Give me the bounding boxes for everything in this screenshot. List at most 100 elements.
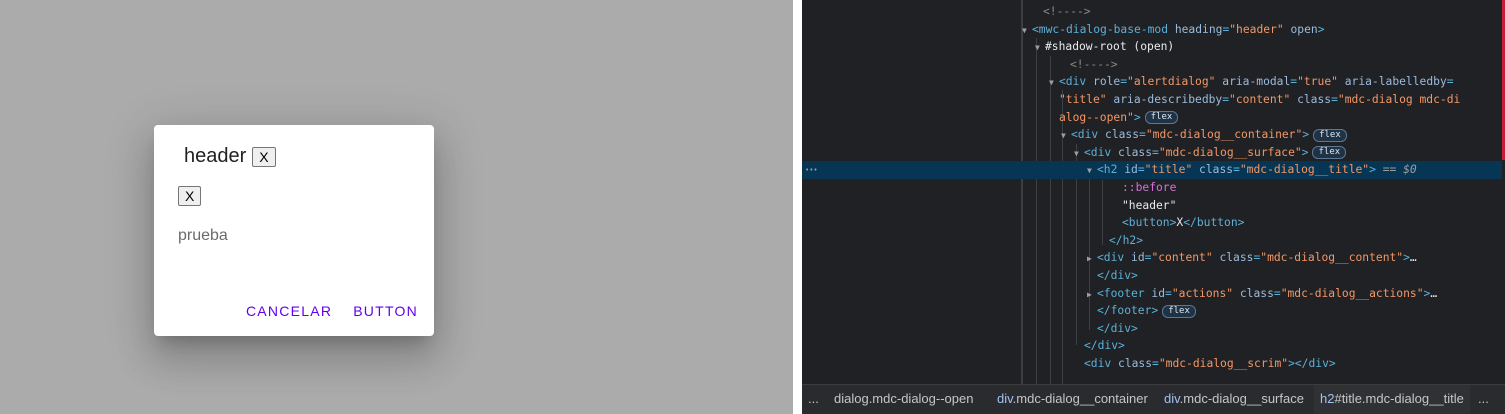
code-token: <div — [1071, 128, 1106, 142]
dialog-title: header X — [184, 145, 276, 168]
code-token: "mdc-dialog__scrim" — [1158, 357, 1289, 370]
dom-node-line[interactable]: ▶ <footer id="actions" class="mdc-dialog_… — [802, 285, 1502, 303]
page-scrim: header X X prueba CANCELAR BUTTON — [0, 0, 793, 414]
dom-node-line[interactable]: </footer> flex — [802, 302, 1502, 320]
panel-splitter[interactable] — [793, 0, 802, 414]
dom-node-line[interactable]: </div> — [802, 337, 1502, 355]
title-close-button[interactable]: X — [252, 146, 276, 167]
dom-node-line[interactable]: ▼ #shadow-root (open) — [802, 38, 1502, 56]
dom-node-line[interactable]: ▶ <div id="content" class="mdc-dialog__co… — [802, 249, 1502, 267]
code-token: = — [1139, 128, 1146, 142]
dom-node-line[interactable]: <div class="mdc-dialog__scrim"></div> — [802, 355, 1502, 373]
code-token: heading — [1174, 22, 1223, 36]
code-token: > — [1317, 22, 1325, 36]
breadcrumb-overflow[interactable]: ... — [808, 385, 819, 414]
code-token: aria-describedby — [1106, 93, 1223, 106]
code-token: = — [1137, 163, 1145, 177]
code-token: <div — [1084, 357, 1119, 370]
code-token: "mdc-dialog__surface" — [1158, 145, 1302, 159]
dom-node-line[interactable]: </div> — [802, 267, 1502, 285]
expand-triangle-icon[interactable]: ▶ — [1087, 286, 1097, 304]
dom-node-line[interactable]: <!----> — [802, 3, 1502, 21]
collapse-triangle-icon[interactable]: ▼ — [1035, 39, 1045, 57]
code-token: <div — [1084, 145, 1119, 159]
code-token: alog--open" — [1059, 110, 1134, 124]
code-token: … — [1409, 251, 1417, 265]
breadcrumb-text: ... — [808, 391, 819, 406]
code-token: "content" — [1151, 251, 1213, 265]
dom-node-line[interactable]: ▼ <mwc-dialog-base-mod heading="header" o… — [802, 21, 1502, 39]
code-token: id — [1124, 163, 1138, 177]
dom-node-line[interactable]: ▼ <div class="mdc-dialog__container"> flex — [802, 126, 1502, 144]
code-token: = — [1233, 163, 1240, 177]
code-token: </div> — [1097, 321, 1138, 335]
code-token: = — [1273, 286, 1281, 300]
breadcrumb-item[interactable]: dialog.mdc-dialog--open — [834, 385, 973, 414]
code-token: id — [1151, 286, 1166, 300]
dom-node-line[interactable]: alog--open"> flex — [802, 109, 1502, 127]
code-token: aria-modal — [1215, 75, 1291, 89]
dom-node-line[interactable]: "header" — [802, 197, 1502, 215]
code-token: <!----> — [1043, 5, 1091, 18]
dialog-content: prueba — [178, 227, 228, 244]
dom-node-line[interactable]: ::before — [802, 179, 1502, 197]
dom-node-line[interactable]: </div> — [802, 320, 1502, 338]
collapse-triangle-icon[interactable]: ▼ — [1087, 162, 1097, 180]
code-token: class — [1192, 163, 1234, 177]
code-token: class — [1118, 357, 1153, 370]
collapse-triangle-icon[interactable]: ▼ — [1049, 74, 1059, 92]
breadcrumb-item[interactable]: div.mdc-dialog__container — [997, 385, 1148, 414]
breadcrumb-text: .mdc-dialog__container — [1012, 391, 1148, 406]
dom-node-line[interactable]: ▼ <div class="mdc-dialog__surface"> flex — [802, 144, 1502, 162]
breadcrumb-tag: div — [997, 391, 1013, 406]
expand-triangle-icon[interactable]: ▶ — [1087, 250, 1097, 268]
code-token: <footer — [1097, 286, 1152, 300]
breadcrumb-tag: h2 — [1320, 391, 1335, 406]
dom-node-line[interactable]: ▼ <div role="alertdialog" aria-modal="tru… — [802, 73, 1502, 91]
breadcrumb-overflow[interactable]: ... — [1478, 385, 1489, 414]
code-token: > — [1301, 145, 1309, 159]
code-token: > — [1302, 128, 1310, 142]
code-token: "mdc-dialog__content" — [1260, 251, 1404, 265]
collapse-triangle-icon[interactable]: ▼ — [1074, 145, 1084, 163]
flex-badge[interactable]: flex — [1144, 111, 1179, 125]
flex-badge[interactable]: flex — [1312, 146, 1347, 160]
breadcrumb-item[interactable]: div.mdc-dialog__surface — [1164, 385, 1304, 414]
code-token: "header" — [1229, 22, 1284, 36]
confirm-button[interactable]: BUTTON — [353, 303, 418, 319]
code-token: > — [1403, 251, 1410, 265]
dialog: header X X prueba CANCELAR BUTTON — [154, 125, 434, 336]
breadcrumb-text: #title.mdc-dialog__title — [1334, 391, 1464, 406]
code-token: </div> — [1097, 269, 1138, 282]
dom-node-line[interactable]: </h2> — [802, 232, 1502, 250]
code-token: = — [1331, 93, 1338, 106]
code-token: <div — [1097, 251, 1132, 265]
code-token: ></div> — [1288, 357, 1336, 370]
dialog-actions: CANCELAR BUTTON — [246, 303, 418, 319]
more-options-icon[interactable]: ••• — [805, 161, 818, 179]
selected-node-line[interactable]: ••• ▼ <h2 id="title" class="mdc-dialog__ti… — [802, 161, 1502, 180]
code-token: class — [1105, 128, 1140, 142]
code-token: = — [1446, 75, 1454, 89]
flex-badge[interactable]: flex — [1313, 128, 1347, 142]
dialog-heading: header — [184, 145, 247, 167]
code-token: </h2> — [1109, 233, 1144, 247]
dom-node-line[interactable]: <!----> — [802, 56, 1502, 74]
code-token: aria-labelledby — [1337, 75, 1447, 89]
code-token: class — [1233, 286, 1274, 300]
code-token: = — [1165, 286, 1172, 300]
breadcrumb-item[interactable]: h2#title.mdc-dialog__title — [1314, 385, 1470, 414]
collapse-triangle-icon[interactable]: ▼ — [1022, 22, 1032, 40]
flex-badge[interactable]: flex — [1162, 304, 1196, 318]
breadcrumb-text: .mdc-dialog__surface — [1179, 391, 1304, 406]
code-token: open — [1283, 22, 1318, 36]
dom-node-line[interactable]: "title" aria-describedby = "content" class… — [802, 91, 1502, 109]
dom-node-line[interactable]: <button>X</button> — [802, 214, 1502, 232]
content-close-button[interactable]: X — [178, 186, 202, 206]
code-token: "mdc-dialog__title" — [1239, 163, 1370, 177]
code-token: #shadow-root (open) — [1045, 40, 1175, 54]
collapse-triangle-icon[interactable]: ▼ — [1061, 127, 1071, 145]
code-token: </button> — [1183, 216, 1245, 230]
code-token: <div — [1059, 75, 1094, 89]
cancel-button[interactable]: CANCELAR — [246, 303, 332, 319]
